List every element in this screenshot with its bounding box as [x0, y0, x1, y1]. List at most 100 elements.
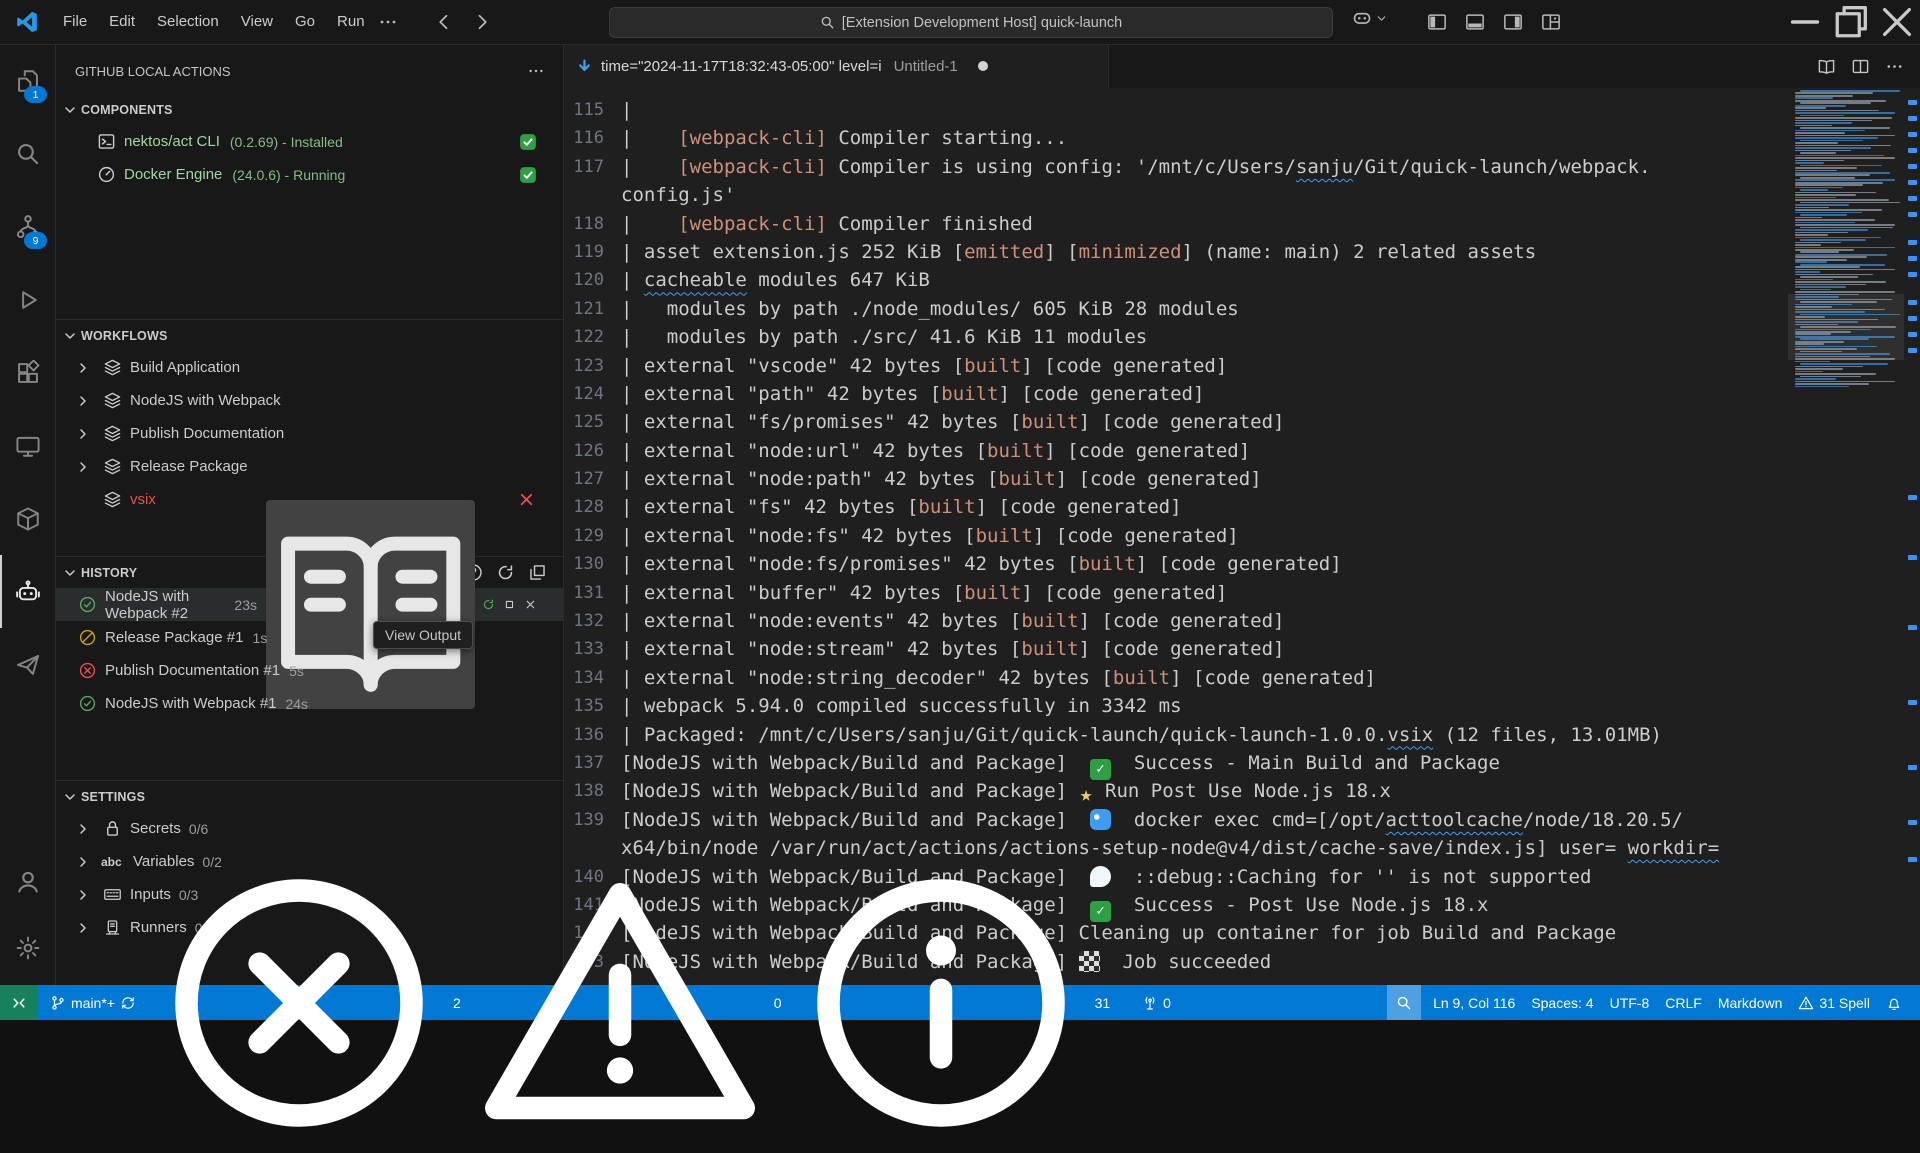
- copilot-menu[interactable]: [1352, 8, 1388, 28]
- editor-more-actions-icon[interactable]: [1885, 57, 1904, 76]
- history-item[interactable]: NodeJS with Webpack #223s: [55, 588, 563, 621]
- chevron-right-icon: [75, 459, 91, 475]
- menu-selection[interactable]: Selection: [146, 7, 230, 37]
- sidebar-more-actions-icon[interactable]: [527, 62, 545, 80]
- line-number: 135: [564, 692, 604, 720]
- workflow-item[interactable]: Publish Documentation: [55, 417, 563, 450]
- editor-line: 133| external "node:stream" 42 bytes [bu…: [564, 635, 1920, 663]
- gauge-icon: [97, 165, 116, 184]
- toggle-primary-sidebar-icon[interactable]: [1427, 12, 1447, 32]
- forward-arrow-icon[interactable]: [472, 12, 492, 32]
- component-item[interactable]: Docker Engine(24.0.6) - Running: [55, 158, 563, 191]
- language-mode[interactable]: Markdown: [1710, 985, 1791, 1020]
- overview-ruler[interactable]: [1907, 44, 1919, 985]
- token: ] [code generated]: [1033, 525, 1239, 547]
- minimap-slider[interactable]: [1788, 294, 1904, 360]
- tab-bar: time="2024-11-17T18:32:43-05:00" level=i…: [564, 44, 1920, 88]
- eol-status[interactable]: CRLF: [1657, 985, 1710, 1020]
- history-label: NodeJS with Webpack #2: [105, 588, 225, 622]
- menu-view[interactable]: View: [230, 7, 284, 37]
- maximize-button[interactable]: [1828, 0, 1874, 44]
- notifications-bell[interactable]: [1878, 985, 1910, 1020]
- token: ] [code generated]: [1079, 610, 1285, 632]
- customize-layout-icon[interactable]: [1541, 12, 1561, 32]
- component-item[interactable]: nektos/act CLI(0.2.69) - Installed: [55, 125, 563, 158]
- history-item[interactable]: Release Package #11s: [55, 621, 563, 654]
- token: | external "node:events" 42 bytes [: [621, 610, 1021, 632]
- line-content: | external "node:events" 42 bytes [built…: [604, 607, 1284, 635]
- menu-edit[interactable]: Edit: [98, 7, 146, 37]
- activity-bar-item-search[interactable]: [0, 117, 55, 190]
- token: | external "node:string_decoder" 42 byte…: [621, 667, 1113, 689]
- ports-status[interactable]: 0: [1134, 985, 1179, 1020]
- rerun-icon[interactable]: [482, 595, 495, 614]
- activity-bar-item-files[interactable]: 1: [0, 44, 55, 117]
- branch-status[interactable]: main*+: [42, 985, 144, 1020]
- stop-icon[interactable]: [503, 595, 516, 614]
- branch-name: main*+: [71, 995, 115, 1011]
- minimize-button[interactable]: [1782, 0, 1828, 44]
- workflows-section-header[interactable]: WORKFLOWS: [55, 319, 563, 351]
- line-number: 139: [564, 806, 604, 834]
- problems-status[interactable]: 2 0 31: [144, 985, 1120, 1020]
- zoom-indicator[interactable]: [1387, 985, 1421, 1020]
- split-editor-icon[interactable]: [1851, 57, 1870, 76]
- token: [webpack-cli]: [678, 156, 827, 178]
- history-duration: 24s: [285, 696, 308, 712]
- history-item[interactable]: NodeJS with Webpack #124s: [55, 687, 563, 720]
- token: [webpack-cli]: [678, 127, 827, 149]
- activity-bar-item-containers[interactable]: [0, 482, 55, 555]
- settings-item-secrets[interactable]: Secrets0/6: [55, 812, 563, 845]
- modified-dot-icon[interactable]: [978, 61, 988, 71]
- activity-bar-item-source-control[interactable]: 9: [0, 190, 55, 263]
- activity-bar-item-remote-explorer[interactable]: [0, 409, 55, 482]
- activity-bar-item-account[interactable]: [0, 849, 55, 915]
- workflow-item[interactable]: Release Package: [55, 450, 563, 483]
- activity-bar-item-settings-gear[interactable]: [0, 915, 55, 981]
- toggle-panel-icon[interactable]: [1465, 12, 1485, 32]
- editor-line: 136| Packaged: /mnt/c/Users/sanju/Git/qu…: [564, 721, 1920, 749]
- token: [NodeJS with Webpack/Build and Package]: [621, 780, 1079, 802]
- workflow-item[interactable]: NodeJS with Webpack: [55, 384, 563, 417]
- cursor-position[interactable]: Ln 9, Col 116: [1425, 985, 1523, 1020]
- components-section-header[interactable]: COMPONENTS: [55, 94, 563, 125]
- token: built: [999, 468, 1056, 490]
- token: |: [621, 213, 678, 235]
- menu-run[interactable]: Run: [326, 7, 376, 37]
- docker-whale-icon: [1090, 809, 1111, 830]
- settings-section-header[interactable]: SETTINGS: [55, 780, 563, 812]
- line-number: 121: [564, 295, 604, 323]
- remote-explorer-icon: [15, 433, 41, 459]
- infos-icon: [791, 853, 1091, 1153]
- remove-icon[interactable]: [524, 595, 537, 614]
- activity-bar-item-github-local-actions[interactable]: [0, 555, 55, 628]
- workflow-label: vsix: [130, 491, 156, 508]
- history-item[interactable]: Publish Documentation #15s: [55, 654, 563, 687]
- activity-bar-item-run-and-debug[interactable]: [0, 263, 55, 336]
- tab-untitled-1[interactable]: time="2024-11-17T18:32:43-05:00" level=i…: [564, 44, 1109, 88]
- view-output-tooltip: View Output: [373, 621, 473, 649]
- encoding-status[interactable]: UTF-8: [1602, 985, 1658, 1020]
- toggle-secondary-sidebar-icon[interactable]: [1503, 12, 1523, 32]
- editor-group: time="2024-11-17T18:32:43-05:00" level=i…: [564, 44, 1920, 985]
- token: x64/bin/node /var/run/act/actions/action…: [621, 837, 1628, 859]
- close-window-button[interactable]: [1874, 0, 1920, 44]
- editor-content[interactable]: 115|116| [webpack-cli] Compiler starting…: [564, 88, 1920, 976]
- indentation-status[interactable]: Spaces: 4: [1523, 985, 1601, 1020]
- more-menu-icon[interactable]: [378, 12, 398, 32]
- token: | external "fs" 42 bytes [: [621, 496, 918, 518]
- editor-line: 134| external "node:string_decoder" 42 b…: [564, 664, 1920, 692]
- activity-bar-item-extensions[interactable]: [0, 336, 55, 409]
- remote-indicator[interactable]: [0, 985, 38, 1020]
- search-text: [Extension Development Host] quick-launc…: [842, 15, 1122, 31]
- open-preview-icon[interactable]: [1817, 57, 1836, 76]
- activity-bar-item-deploy[interactable]: [0, 628, 55, 701]
- line-number: 137: [564, 749, 604, 777]
- command-center-search[interactable]: [Extension Development Host] quick-launc…: [609, 7, 1333, 38]
- spell-checker-status[interactable]: 31 Spell: [1790, 985, 1878, 1020]
- workflow-item[interactable]: Build Application: [55, 351, 563, 384]
- menu-go[interactable]: Go: [284, 7, 326, 37]
- menu-file[interactable]: File: [52, 7, 98, 37]
- back-arrow-icon[interactable]: [434, 12, 454, 32]
- line-number: 117: [564, 153, 604, 181]
